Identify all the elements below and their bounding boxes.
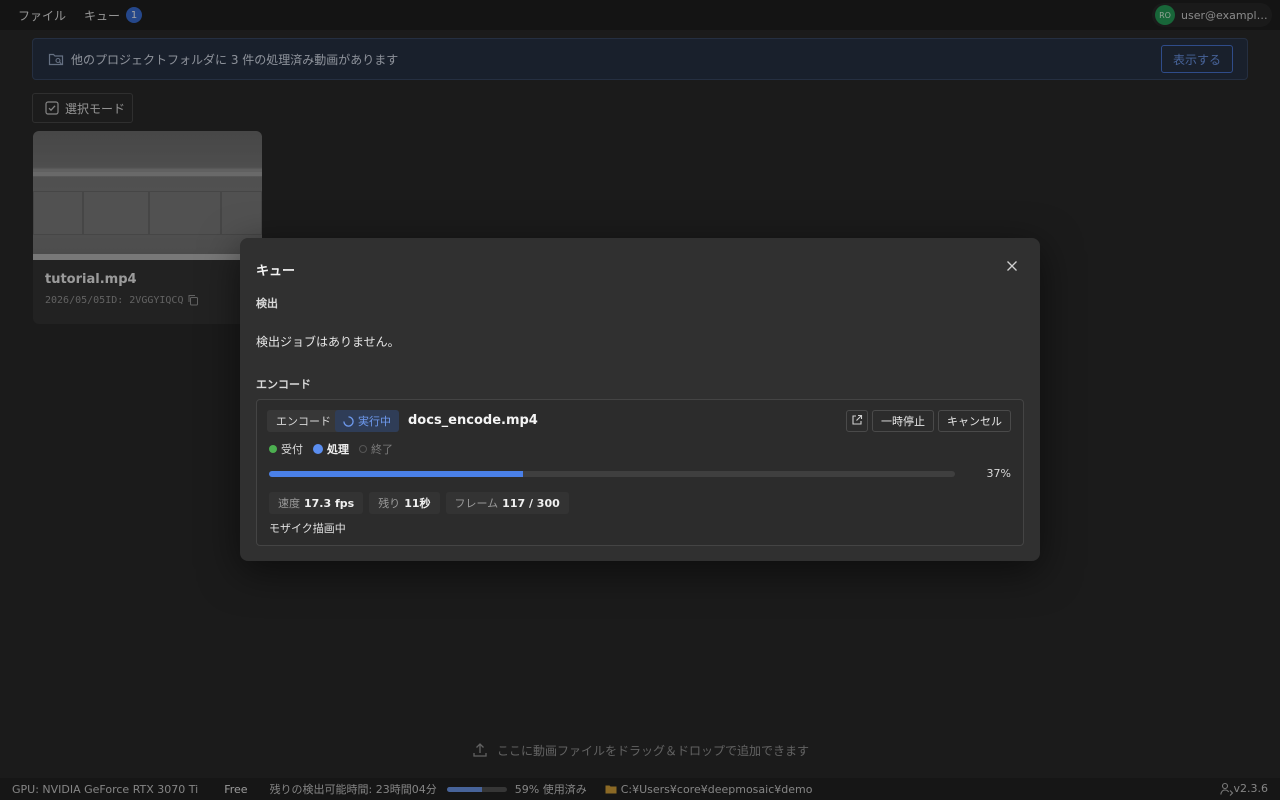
stat-remaining-label: 残り [378,497,401,510]
open-output-button[interactable] [846,410,868,432]
job-progress-bar [269,471,955,477]
step-processing: 処理 [313,441,349,457]
stat-speed: 速度 17.3 fps [269,492,364,514]
queue-dialog: キュー 検出 検出ジョブはありません。 エンコード エンコード 実行中 docs… [240,238,1040,561]
stat-remaining: 残り 11秒 [369,492,440,514]
step-done-dot [269,445,277,453]
job-progress-percent: 37% [986,467,1011,480]
detect-empty-message: 検出ジョブはありません。 [256,335,400,349]
encode-heading: エンコード [256,378,311,391]
stat-frames-label: フレーム [454,497,499,510]
stat-speed-value: 17.3 fps [304,496,355,510]
step-received-label: 受付 [281,443,303,456]
spinner-icon [343,415,354,427]
job-actions: 一時停止 キャンセル [842,410,1011,432]
dialog-title: キュー [256,264,296,279]
stat-frames: フレーム 117 / 300 [445,492,569,514]
external-link-icon [851,414,863,429]
job-status-label: 実行中 [358,415,391,428]
step-received: 受付 [269,441,303,457]
step-finished-label: 終了 [371,443,393,456]
job-steps: 受付 処理 終了 [269,441,403,457]
stat-frames-value: 117 / 300 [502,496,560,510]
pause-button[interactable]: 一時停止 [872,410,934,432]
detect-heading: 検出 [256,297,278,310]
job-status-message: モザイク描画中 [269,522,346,535]
job-status-badge: 実行中 [335,410,399,432]
step-finished: 終了 [359,441,393,457]
step-processing-label: 処理 [327,443,349,456]
job-kind-badge: エンコード [267,410,340,432]
encode-job-card: エンコード 実行中 docs_encode.mp4 一時停止 キャンセル 受付 … [256,399,1024,546]
step-pending-dot [359,445,367,453]
stat-speed-label: 速度 [278,497,300,510]
job-stats: 速度 17.3 fps 残り 11秒 フレーム 117 / 300 [269,492,575,514]
close-icon[interactable] [1004,258,1020,274]
cancel-button[interactable]: キャンセル [938,410,1011,432]
stat-remaining-value: 11秒 [404,497,431,510]
job-filename: docs_encode.mp4 [408,413,538,428]
step-active-dot [313,444,323,454]
